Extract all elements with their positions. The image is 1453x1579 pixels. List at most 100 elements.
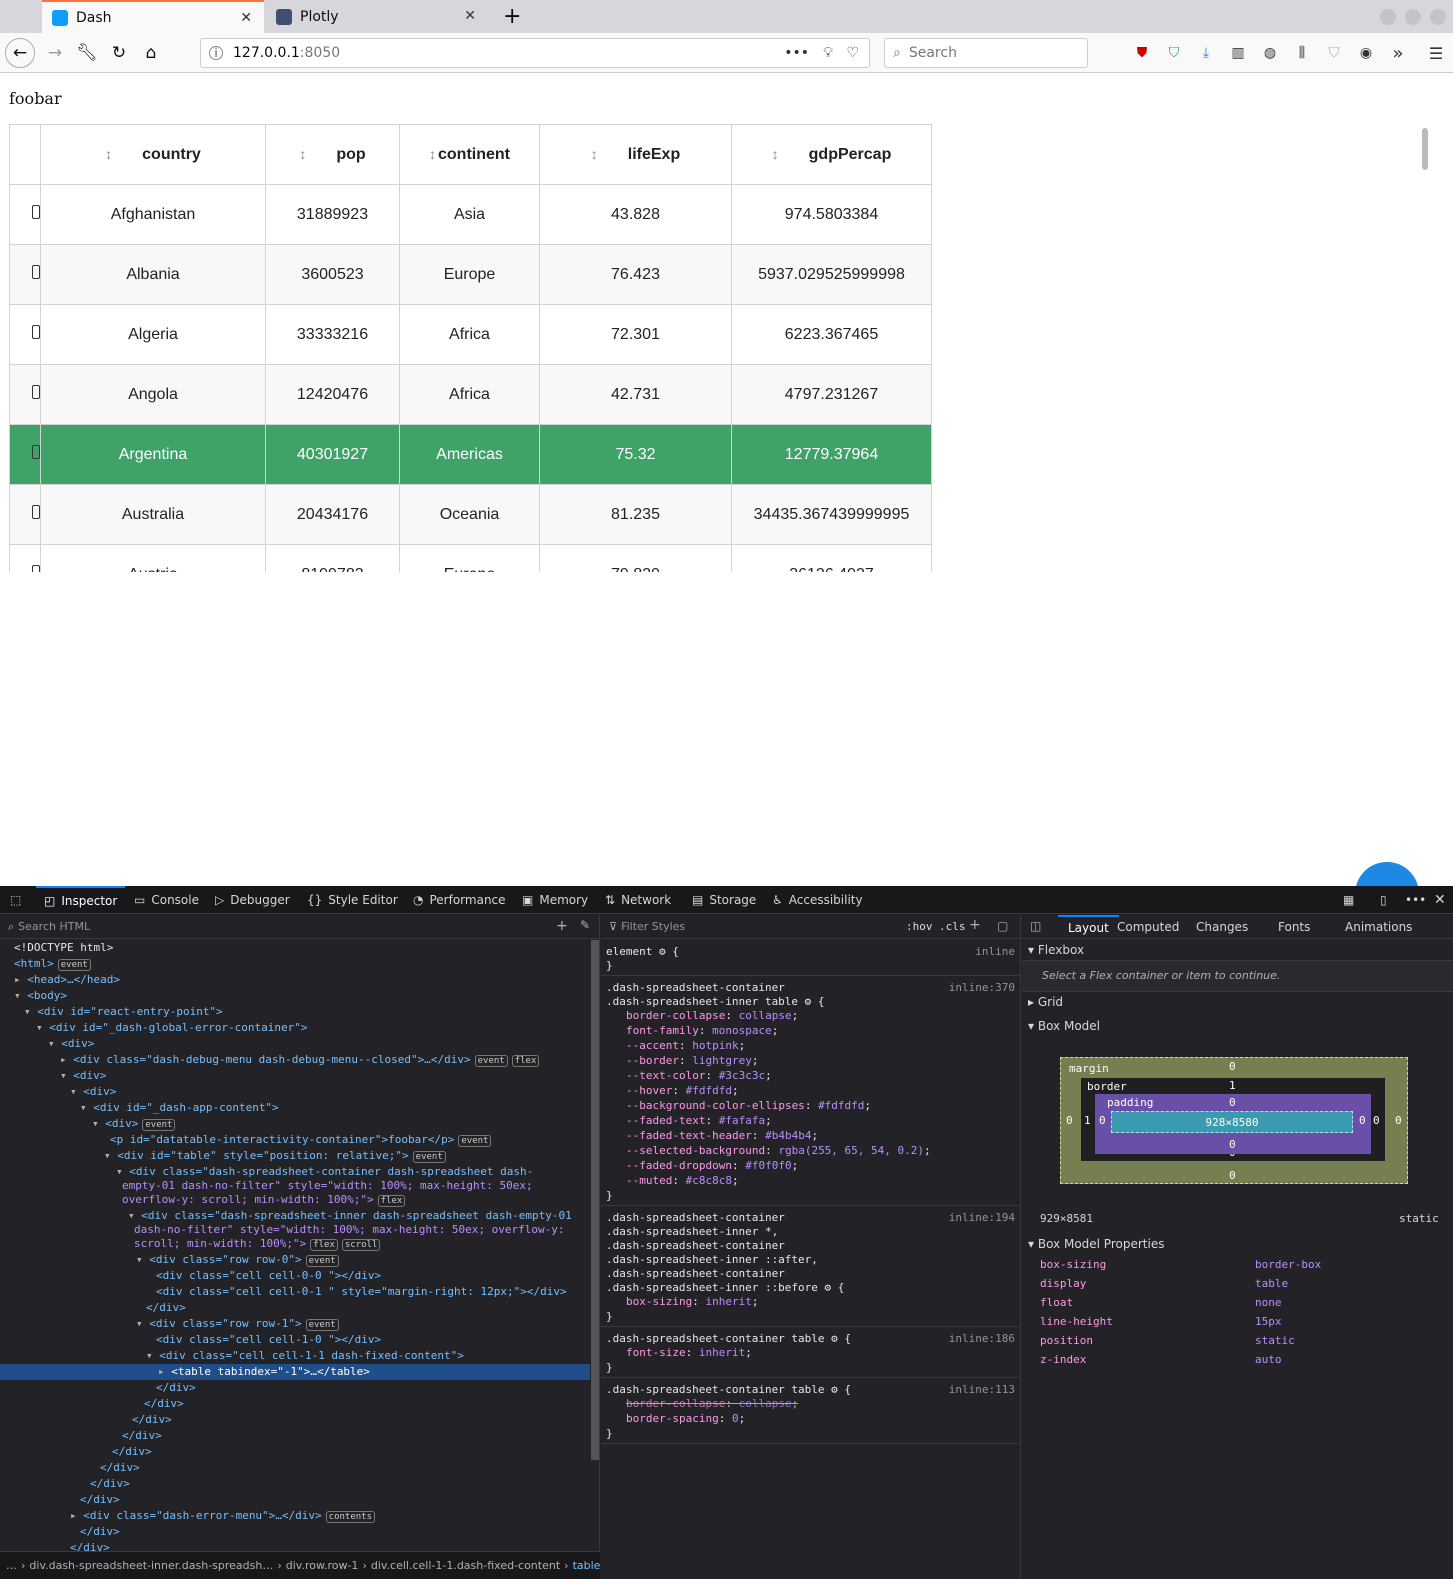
- sidebar-icon[interactable]: ▥: [1226, 41, 1250, 65]
- css-property[interactable]: border-spacing: [626, 1412, 719, 1425]
- print-media-icon[interactable]: ▢: [997, 919, 1008, 933]
- collapsed-arrow-icon[interactable]: ▸: [60, 1053, 73, 1066]
- node-badge[interactable]: flex: [377, 1195, 406, 1207]
- add-rule-icon[interactable]: +: [969, 917, 981, 933]
- html-node[interactable]: ▸ <div class="dash-error-menu">…</div> co…: [70, 1508, 376, 1524]
- menu-icon[interactable]: ☰: [1424, 41, 1448, 65]
- table-cell-country[interactable]: Albania: [40, 244, 266, 305]
- html-node[interactable]: <div class="cell cell-0-0 "></div>: [156, 1268, 381, 1284]
- expanded-arrow-icon[interactable]: ▾: [116, 1165, 129, 1178]
- css-declaration[interactable]: --muted: #c8c8c8;: [626, 1173, 739, 1188]
- extension-icon[interactable]: ◍: [1258, 41, 1282, 65]
- css-value[interactable]: collapse: [739, 1397, 792, 1410]
- css-value[interactable]: #3c3c3c: [719, 1069, 765, 1082]
- node-badge[interactable]: contents: [325, 1511, 376, 1523]
- download-icon[interactable]: ⤓: [1194, 41, 1218, 65]
- tab-fonts[interactable]: Fonts: [1278, 920, 1310, 934]
- html-node[interactable]: </div>: [156, 1380, 196, 1396]
- css-rule[interactable]: .dash-spreadsheet-container .dash-spreads…: [601, 1210, 1021, 1327]
- html-node[interactable]: scroll; min-width: 100%;"> flex scroll: [134, 1236, 381, 1252]
- tab-memory[interactable]: ▣ Memory: [522, 886, 588, 914]
- maximize-icon[interactable]: [1405, 9, 1421, 25]
- html-node[interactable]: ▾ <div>: [48, 1036, 94, 1052]
- css-declaration[interactable]: --faded-text-header: #b4b4b4;: [626, 1128, 818, 1143]
- column-header-gdppercap[interactable]: ↕ gdpPercap: [731, 124, 932, 185]
- table-cell-country[interactable]: Angola: [40, 364, 266, 425]
- node-badge[interactable]: event: [412, 1151, 446, 1163]
- box-model-padding[interactable]: padding 0 0 0 0 928×8580: [1095, 1094, 1371, 1154]
- css-rule[interactable]: .dash-spreadsheet-container table ⚙ {inl…: [601, 1331, 1021, 1378]
- row-select-cell[interactable]: [9, 304, 41, 365]
- reload-icon[interactable]: ↻: [104, 38, 134, 68]
- padding-top-value[interactable]: 0: [1229, 1096, 1236, 1109]
- table-row[interactable]: Afghanistan 31889923 Asia 43.828 974.5803384: [9, 184, 932, 245]
- sort-icon[interactable]: ↕: [772, 146, 779, 162]
- margin-right-value[interactable]: 0: [1395, 1114, 1402, 1127]
- margin-left-value[interactable]: 0: [1066, 1114, 1073, 1127]
- table-cell-continent[interactable]: Asia: [399, 184, 540, 245]
- html-node[interactable]: ▸ <div class="dash-debug-menu dash-debug…: [60, 1052, 540, 1068]
- filter-styles-bar[interactable]: ⊽ Filter Styles :hov .cls + ▢: [601, 915, 1021, 939]
- collapsed-arrow-icon[interactable]: ▸: [158, 1365, 171, 1378]
- expanded-arrow-icon[interactable]: ▾: [136, 1253, 149, 1266]
- css-selector[interactable]: element ⚙ {: [606, 944, 679, 959]
- node-badge[interactable]: event: [458, 1135, 492, 1147]
- css-rule[interactable]: .dash-spreadsheet-container table ⚙ {inl…: [601, 1382, 1021, 1444]
- sort-icon[interactable]: ↕: [429, 146, 436, 162]
- box-model-content[interactable]: 928×8580: [1111, 1111, 1353, 1133]
- row-checkbox[interactable]: [32, 565, 40, 572]
- table-cell-country[interactable]: Austria: [40, 544, 266, 572]
- row-checkbox[interactable]: [32, 445, 40, 459]
- box-model-section-header[interactable]: ▾ Box Model: [1028, 1019, 1100, 1033]
- table-cell-pop[interactable]: 8199783: [265, 544, 400, 572]
- table-cell-gdppercap[interactable]: 4797.231267: [731, 364, 932, 425]
- expanded-arrow-icon[interactable]: ▾: [80, 1101, 93, 1114]
- html-node[interactable]: ▾ <div id="_dash-app-content">: [80, 1100, 279, 1116]
- html-pane-scrollbar[interactable]: [591, 940, 599, 1460]
- html-node[interactable]: <div class="cell cell-1-0 "></div>: [156, 1332, 381, 1348]
- pocket-icon[interactable]: ♡: [846, 45, 859, 61]
- tab-dash[interactable]: Dash ✕: [42, 0, 264, 33]
- css-declaration[interactable]: font-size: inherit;: [626, 1345, 752, 1360]
- table-cell-country[interactable]: Argentina: [40, 424, 266, 485]
- expanded-arrow-icon[interactable]: ▾: [60, 1069, 73, 1082]
- border-left-value[interactable]: 1: [1084, 1114, 1091, 1127]
- css-property[interactable]: border-collapse: [626, 1397, 725, 1410]
- table-cell-gdppercap[interactable]: 34435.367439999995: [731, 484, 932, 545]
- css-declaration[interactable]: --hover: #fdfdfd;: [626, 1083, 739, 1098]
- table-cell-lifeexp[interactable]: 76.423: [539, 244, 732, 305]
- table-row[interactable]: Austria8199783Europe79.82936126.4927: [9, 544, 932, 572]
- padding-bottom-value[interactable]: 0: [1229, 1138, 1236, 1151]
- expanded-arrow-icon[interactable]: ▾: [92, 1117, 105, 1130]
- css-rule-source[interactable]: inline: [975, 944, 1015, 959]
- css-selector[interactable]: .dash-spreadsheet-inner *,: [606, 1224, 778, 1239]
- more-icon[interactable]: •••: [1405, 886, 1426, 914]
- row-select-cell[interactable]: [9, 364, 41, 425]
- url-bar[interactable]: i 127.0.0.1:8050 ••• 💡︎ ♡: [200, 38, 870, 68]
- css-selector[interactable]: .dash-spreadsheet-container: [606, 980, 785, 995]
- html-node[interactable]: </div>: [132, 1412, 172, 1428]
- css-property[interactable]: --background-color-ellipses: [626, 1099, 805, 1112]
- css-property[interactable]: --selected-background: [626, 1144, 765, 1157]
- node-badge[interactable]: event: [305, 1319, 339, 1331]
- row-checkbox[interactable]: [32, 325, 40, 339]
- css-declaration[interactable]: --selected-background: rgba(255, 65, 54,…: [626, 1143, 931, 1158]
- html-node[interactable]: ▾ <div id="table" style="position: relat…: [104, 1148, 446, 1164]
- css-declaration[interactable]: font-family: monospace;: [626, 1023, 778, 1038]
- responsive-icon[interactable]: ▦: [1343, 886, 1354, 914]
- shield-icon[interactable]: ⛉: [1162, 41, 1186, 65]
- minimize-icon[interactable]: [1380, 9, 1396, 25]
- sort-icon[interactable]: ↕: [591, 146, 598, 162]
- expanded-arrow-icon[interactable]: ▾: [128, 1209, 141, 1222]
- expanded-arrow-icon[interactable]: ▾: [36, 1021, 49, 1034]
- row-select-cell[interactable]: [9, 544, 41, 572]
- info-icon[interactable]: i: [209, 46, 223, 60]
- close-icon[interactable]: ✕: [464, 8, 476, 24]
- table-row[interactable]: Algeria 33333216 Africa 72.301 6223.367465: [9, 304, 932, 365]
- node-badge[interactable]: flex: [511, 1055, 540, 1067]
- css-declaration[interactable]: --faded-text: #fafafa;: [626, 1113, 772, 1128]
- wrench-icon[interactable]: 🔧︎: [72, 38, 102, 68]
- css-property[interactable]: --text-color: [626, 1069, 705, 1082]
- back-icon[interactable]: ←: [5, 38, 35, 68]
- close-window-icon[interactable]: [1430, 9, 1446, 25]
